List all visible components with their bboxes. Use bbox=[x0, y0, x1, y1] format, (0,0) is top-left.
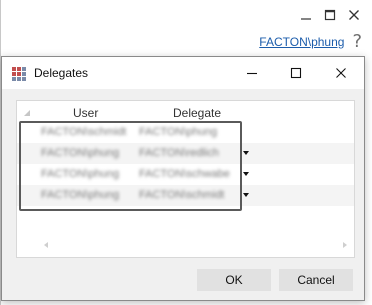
ok-button[interactable]: OK bbox=[197, 269, 271, 291]
minimize-icon bbox=[247, 72, 257, 75]
dialog-title: Delegates bbox=[34, 66, 89, 80]
scroll-right-icon[interactable] bbox=[343, 242, 347, 248]
app-window-controls bbox=[294, 4, 366, 26]
close-icon bbox=[336, 68, 346, 78]
grid-header: User Delegate bbox=[17, 101, 354, 121]
dialog-titlebar: Delegates bbox=[2, 57, 364, 89]
close-icon bbox=[349, 10, 359, 20]
user-bar: FACTON\phung ? bbox=[259, 33, 362, 51]
app-minimize-button[interactable] bbox=[294, 4, 318, 26]
dialog-minimize-button[interactable] bbox=[232, 61, 272, 85]
scroll-left-icon[interactable] bbox=[44, 242, 48, 248]
cancel-button[interactable]: Cancel bbox=[279, 269, 353, 291]
delegates-grid[interactable]: User Delegate FACTON\schmidt FACTON\phun… bbox=[16, 100, 355, 258]
select-all-corner-icon[interactable] bbox=[24, 110, 30, 116]
grid-app-icon bbox=[12, 67, 26, 81]
delegates-dialog: Delegates User Delegate FACTON\schmidt F… bbox=[1, 56, 365, 301]
help-icon[interactable]: ? bbox=[352, 33, 362, 51]
column-header-user[interactable]: User bbox=[73, 106, 98, 120]
dialog-close-button[interactable] bbox=[321, 61, 361, 85]
app-close-button[interactable] bbox=[342, 4, 366, 26]
maximize-icon bbox=[290, 67, 302, 79]
column-header-delegate[interactable]: Delegate bbox=[173, 106, 221, 120]
chevron-down-icon[interactable] bbox=[243, 151, 249, 155]
app-maximize-button[interactable] bbox=[318, 4, 342, 26]
current-user-link[interactable]: FACTON\phung bbox=[259, 35, 344, 49]
selection-frame bbox=[19, 121, 242, 211]
dialog-maximize-button[interactable] bbox=[276, 61, 316, 85]
minimize-icon bbox=[301, 18, 311, 20]
maximize-icon bbox=[324, 9, 336, 21]
chevron-down-icon[interactable] bbox=[243, 172, 249, 176]
chevron-down-icon[interactable] bbox=[243, 193, 249, 197]
